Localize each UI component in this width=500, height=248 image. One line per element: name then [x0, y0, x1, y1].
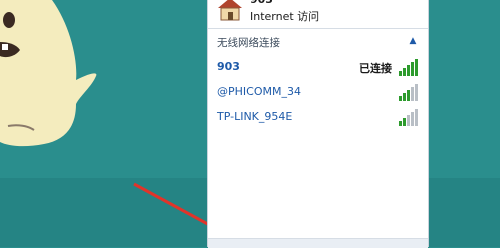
connection-status: Internet 访问: [250, 10, 320, 23]
divider: [208, 28, 428, 29]
network-status: 已连接: [359, 62, 392, 75]
signal-strength-icon: [399, 84, 418, 101]
wireless-section-title: 无线网络连接: [217, 37, 280, 49]
network-item-phicomm[interactable]: @PHICOMM_34: [208, 83, 428, 103]
network-name: TP-LINK_954E: [217, 110, 293, 123]
network-name: 903: [217, 60, 240, 73]
network-item-903[interactable]: 903 已连接: [208, 58, 428, 78]
network-name: @PHICOMM_34: [217, 85, 301, 98]
network-flyout: 903 Internet 访问 无线网络连接 ▲ 903 已连接 @PHICOM…: [207, 0, 429, 248]
current-connection-header[interactable]: 903 Internet 访问: [208, 0, 428, 28]
signal-strength-icon: [399, 109, 418, 126]
connection-name: 903: [250, 0, 273, 6]
chevron-up-icon[interactable]: ▲: [406, 34, 420, 48]
network-item-tplink[interactable]: TP-LINK_954E: [208, 108, 428, 128]
house-icon: [218, 0, 242, 21]
signal-strength-icon: [399, 59, 418, 76]
